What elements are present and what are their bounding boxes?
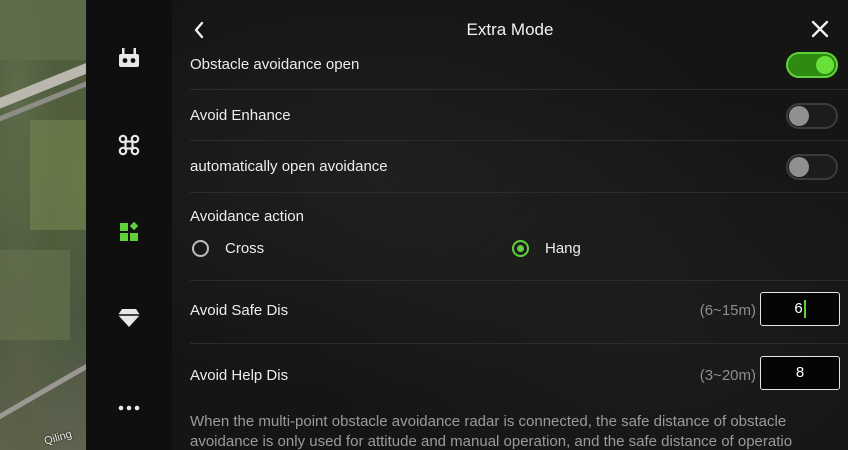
avoid-enhance-row: Avoid Enhance	[190, 103, 842, 143]
auto-open-avoidance-label: automatically open avoidance	[190, 158, 388, 175]
radio-cross-dot	[192, 240, 209, 257]
close-icon	[811, 20, 829, 38]
avoid-help-dis-range: (3~20m)	[699, 367, 756, 384]
avoid-safe-dis-row: Avoid Safe Dis (6~15m) 6	[190, 290, 842, 330]
avoidance-action-row: Avoidance action Cross Hang	[190, 207, 842, 277]
avoid-safe-dis-label: Avoid Safe Dis	[190, 302, 289, 319]
auto-open-avoidance-row: automatically open avoidance	[190, 153, 842, 193]
panel-header: Extra Mode	[172, 12, 848, 48]
info-note-line1: When the multi-point obstacle avoidance …	[190, 413, 787, 430]
remote-controller-icon[interactable]	[86, 38, 172, 78]
avoidance-action-label: Avoidance action	[190, 208, 304, 225]
radio-cross-label: Cross	[225, 240, 265, 257]
diamond-icon[interactable]	[86, 298, 172, 338]
avoid-help-dis-input[interactable]: 8	[760, 356, 840, 390]
more-icon[interactable]	[86, 388, 172, 428]
radio-hang-dot	[512, 240, 529, 257]
map-background: Qiling	[0, 0, 86, 450]
radio-hang[interactable]: Hang	[512, 240, 581, 257]
avoid-safe-dis-range: (6~15m)	[699, 302, 756, 319]
aircraft-icon[interactable]	[86, 125, 172, 165]
auto-open-avoidance-toggle[interactable]	[786, 154, 838, 180]
close-button[interactable]	[809, 18, 831, 40]
radio-hang-label: Hang	[545, 240, 581, 257]
info-note-line2: avoidance is only used for attitude and …	[190, 433, 793, 450]
page-title: Extra Mode	[466, 20, 554, 39]
info-note: When the multi-point obstacle avoidance …	[190, 412, 848, 450]
avoid-enhance-toggle[interactable]	[786, 103, 838, 129]
side-rail	[86, 0, 172, 450]
extra-mode-icon[interactable]	[86, 212, 172, 252]
avoid-help-dis-label: Avoid Help Dis	[190, 367, 289, 384]
obstacle-avoidance-label: Obstacle avoidance open	[190, 56, 360, 73]
radio-cross[interactable]: Cross	[192, 240, 264, 257]
obstacle-avoidance-row: Obstacle avoidance open	[190, 52, 842, 92]
avoid-safe-dis-input[interactable]: 6	[760, 292, 840, 326]
obstacle-avoidance-toggle[interactable]	[786, 52, 838, 78]
extra-mode-panel: Extra Mode Obstacle avoidance open Avoid…	[172, 0, 848, 450]
avoid-help-dis-row: Avoid Help Dis (3~20m) 8	[190, 355, 842, 395]
avoid-enhance-label: Avoid Enhance	[190, 107, 291, 124]
map-place-label: Qiling	[42, 428, 74, 448]
